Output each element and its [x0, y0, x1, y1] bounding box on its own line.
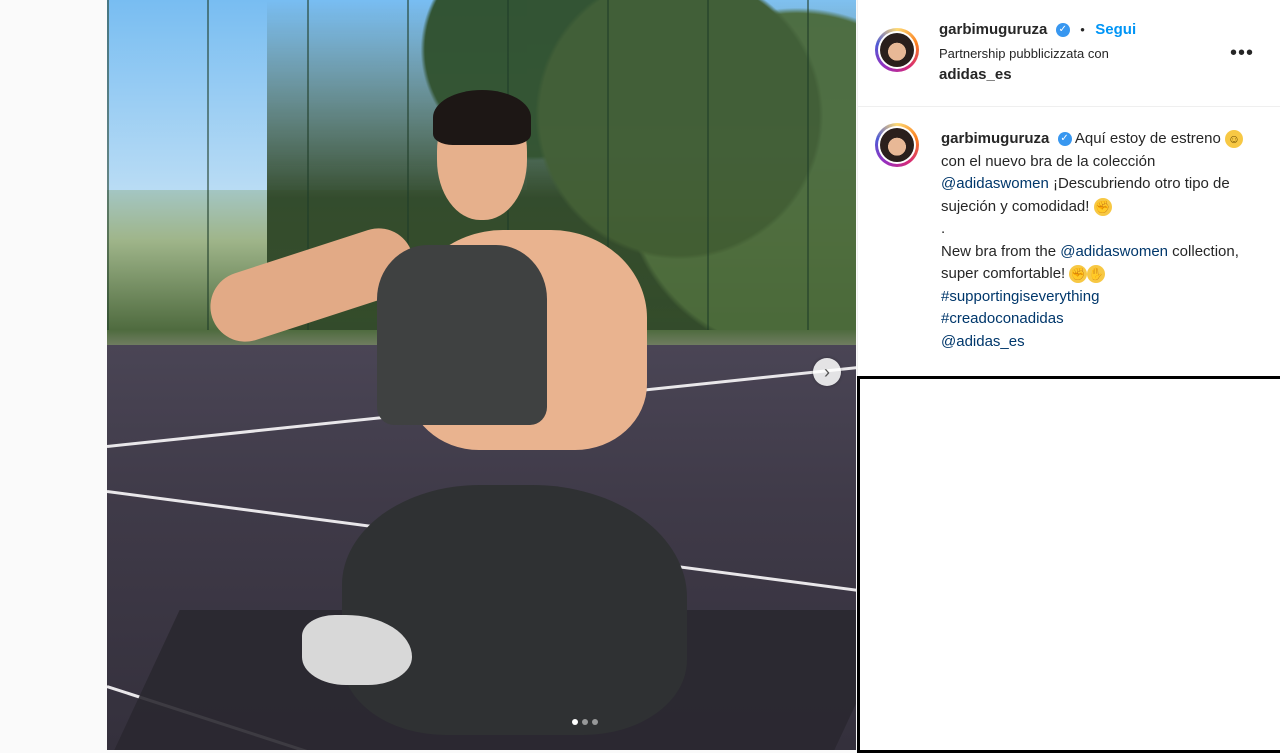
muscle-emoji-icon: ✊ [1069, 265, 1088, 284]
verified-badge-icon: ✓ [1057, 132, 1072, 147]
avatar[interactable] [875, 28, 919, 72]
person-legs [342, 485, 687, 735]
header-username[interactable]: garbimuguruza [939, 21, 1047, 38]
post-caption: garbimuguruza ✓ Aquí estoy de estreno ☺ … [941, 128, 1261, 353]
carousel-dot-active [572, 719, 578, 725]
header-separator: • [1080, 22, 1085, 37]
carousel-dots [572, 719, 598, 725]
smile-emoji-icon: ☺ [1224, 130, 1243, 149]
header-user-row: garbimuguruza ✓ • Segui [939, 21, 1136, 39]
follow-button[interactable]: Segui [1095, 21, 1136, 38]
caption-dot: . [941, 220, 946, 237]
partnership-label[interactable]: Partnership pubblicizzata con [939, 46, 1109, 61]
verified-badge-icon: ✓ [1055, 22, 1070, 37]
caption-text: New bra from the [941, 242, 1061, 260]
clap-emoji-icon: ✋ [1087, 265, 1106, 284]
muscle-emoji-icon: ✊ [1093, 197, 1112, 216]
empty-panel [857, 376, 1280, 753]
partner-name[interactable]: adidas_es [939, 66, 1012, 83]
mention-link[interactable]: @adidaswomen [1060, 243, 1168, 260]
hashtag-link[interactable]: #creadoconadidas [941, 310, 1064, 327]
caption-text: con el nuevo bra de la colección [941, 152, 1156, 170]
mention-link[interactable]: @adidaswomen [941, 175, 1049, 192]
caption-username[interactable]: garbimuguruza [941, 130, 1049, 147]
chevron-right-icon[interactable]: › [813, 358, 841, 386]
mention-link[interactable]: @adidas_es [941, 333, 1025, 350]
post-image[interactable] [107, 0, 856, 750]
carousel-dot [582, 719, 588, 725]
caption-text: Aquí estoy de estreno [1071, 130, 1225, 147]
person-sports-bra [377, 245, 547, 425]
caption-avatar[interactable] [875, 123, 919, 167]
carousel-dot [592, 719, 598, 725]
post-header: garbimuguruza ✓ • Segui Partnership pubb… [858, 0, 1280, 107]
more-options-icon[interactable]: ••• [1230, 42, 1254, 65]
post-side-panel: garbimuguruza ✓ • Segui Partnership pubb… [857, 0, 1280, 377]
person-hair [433, 90, 531, 145]
hashtag-link[interactable]: #supportingiseverything [941, 288, 1099, 305]
